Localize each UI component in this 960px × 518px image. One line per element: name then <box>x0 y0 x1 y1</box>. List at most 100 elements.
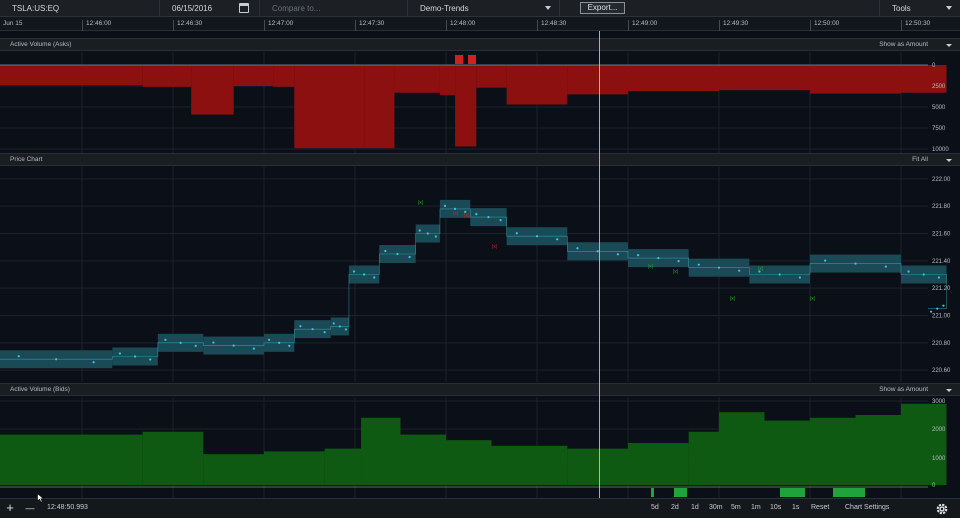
volume-bar <box>719 65 810 91</box>
trade-point <box>697 263 700 266</box>
trade-point <box>363 273 366 276</box>
volume-bar <box>361 417 401 485</box>
range-30m-button[interactable]: 30m <box>709 504 723 511</box>
volume-bar <box>0 65 143 86</box>
y-tick-label: 7500 <box>932 126 946 132</box>
chevron-down-icon[interactable] <box>946 44 952 47</box>
trade-marker: |x| <box>730 296 735 302</box>
trade-point <box>118 352 122 355</box>
symbol-input[interactable]: TSLA:US:EQ <box>0 0 160 17</box>
range-1m-button[interactable]: 1m <box>751 504 761 511</box>
time-label: 12:49:30 <box>719 20 748 31</box>
volume-bar <box>439 65 456 96</box>
time-label: 12:50:00 <box>810 20 839 31</box>
mouse-pointer-icon <box>37 493 45 503</box>
trade-point <box>149 358 152 361</box>
price-chart[interactable]: |x| |x| |x| |x| |x| |x| |x| |x| |x| 222.00 221.80 2… <box>0 167 960 382</box>
range-5d-button[interactable]: 5d <box>651 504 659 511</box>
trade-point <box>443 204 447 207</box>
bids-mode-dropdown[interactable]: Show as Amount <box>879 386 928 393</box>
trade-marker: |x| <box>453 211 458 217</box>
time-label: 12:46:00 <box>82 20 111 31</box>
compare-placeholder: Compare to... <box>272 4 321 13</box>
zoom-in-button[interactable]: + <box>4 501 16 515</box>
price-plot[interactable]: |x| |x| |x| |x| |x| |x| |x| |x| |x| 222.00 221.80 2… <box>0 167 960 382</box>
range-1s-button[interactable]: 1s <box>792 504 799 511</box>
asks-volume-chart[interactable]: 025005000750010000 <box>0 52 960 153</box>
asks-mode-dropdown[interactable]: Show as Amount <box>879 41 928 48</box>
volume-bar <box>567 448 628 485</box>
trade-point <box>396 252 399 256</box>
range-10s-button[interactable]: 10s <box>770 504 781 511</box>
bids-plot[interactable]: 3000 2000 1000 0 <box>0 397 960 498</box>
y-tick-label: 221.40 <box>932 259 951 265</box>
volume-bar <box>324 448 362 485</box>
volume-bar <box>400 434 446 485</box>
date-text: 06/15/2016 <box>172 4 213 13</box>
preset-dropdown[interactable]: Demo-Trends <box>408 0 560 17</box>
trade-marker: |x| <box>673 269 678 275</box>
zoom-out-button[interactable]: — <box>24 501 36 515</box>
chevron-down-icon[interactable] <box>946 159 952 162</box>
gear-icon[interactable] <box>935 502 949 516</box>
trade-point <box>288 344 291 347</box>
range-5m-button[interactable]: 5m <box>731 504 741 511</box>
volume-bar <box>764 420 810 485</box>
trade-point <box>267 338 271 341</box>
bids-volume-chart[interactable]: 3000200010000 <box>0 397 960 498</box>
current-time-readout: 12:48:50.993 <box>47 504 88 511</box>
time-label: 12:47:00 <box>264 20 293 31</box>
trade-point <box>55 358 58 361</box>
trade-point <box>937 276 941 279</box>
compare-input[interactable]: Compare to... <box>260 0 408 17</box>
trade-point <box>332 322 335 325</box>
chart-settings-button[interactable]: Chart Settings <box>845 504 889 511</box>
trade-point <box>384 249 387 253</box>
crosshair-line[interactable] <box>599 31 600 498</box>
trade-point <box>487 216 490 219</box>
trade-point <box>311 328 314 331</box>
trade-point <box>936 307 939 310</box>
price-mode-dropdown[interactable]: Fit All <box>912 156 928 163</box>
calendar-icon[interactable] <box>239 3 249 13</box>
y-tick-label: 221.00 <box>932 314 951 320</box>
volume-bar <box>628 443 689 485</box>
range-2d-button[interactable]: 2d <box>671 504 679 511</box>
bid-marker <box>651 488 654 497</box>
time-label: Jun 15 <box>3 20 23 27</box>
trade-point <box>92 361 95 364</box>
chevron-down-icon <box>545 6 551 10</box>
volume-bar <box>719 412 765 485</box>
time-axis[interactable]: Jun 15 12:46:00 12:46:30 12:47:00 12:47:… <box>0 17 960 31</box>
date-picker[interactable]: 06/15/2016 <box>160 0 260 17</box>
ask-marker <box>468 55 476 64</box>
trade-point <box>616 253 619 256</box>
volume-bar <box>446 440 492 485</box>
bids-panel-title: Active Volume (Bids) <box>10 386 70 393</box>
chevron-down-icon[interactable] <box>946 389 952 392</box>
trade-marker: |x| <box>418 200 423 206</box>
range-1d-button[interactable]: 1d <box>691 504 699 511</box>
trade-point <box>408 255 411 259</box>
trade-point <box>637 254 640 257</box>
y-tick-label: 220.60 <box>932 368 951 374</box>
y-tick-label: 222.00 <box>932 177 951 183</box>
export-button[interactable]: Export... <box>580 2 625 14</box>
tools-dropdown[interactable]: Tools <box>880 0 960 17</box>
y-tick-label: 220.80 <box>932 341 951 347</box>
asks-plot[interactable]: 0 2500 5000 7500 10000 <box>0 52 960 153</box>
y-tick-label: 1000 <box>932 456 946 462</box>
volume-bar <box>273 65 295 87</box>
trade-point <box>338 325 341 328</box>
trade-point <box>907 270 910 273</box>
reset-button[interactable]: Reset <box>811 504 829 511</box>
price-panel-header: Price Chart Fit All <box>0 153 960 166</box>
trade-point <box>657 257 660 260</box>
bids-panel-header: Active Volume (Bids) Show as Amount <box>0 383 960 396</box>
volume-bar <box>142 65 192 87</box>
trade-point <box>778 273 781 276</box>
trade-point <box>426 232 429 235</box>
volume-bar <box>233 65 274 86</box>
asks-panel-header: Active Volume (Asks) Show as Amount <box>0 38 960 51</box>
trade-point <box>576 247 579 250</box>
